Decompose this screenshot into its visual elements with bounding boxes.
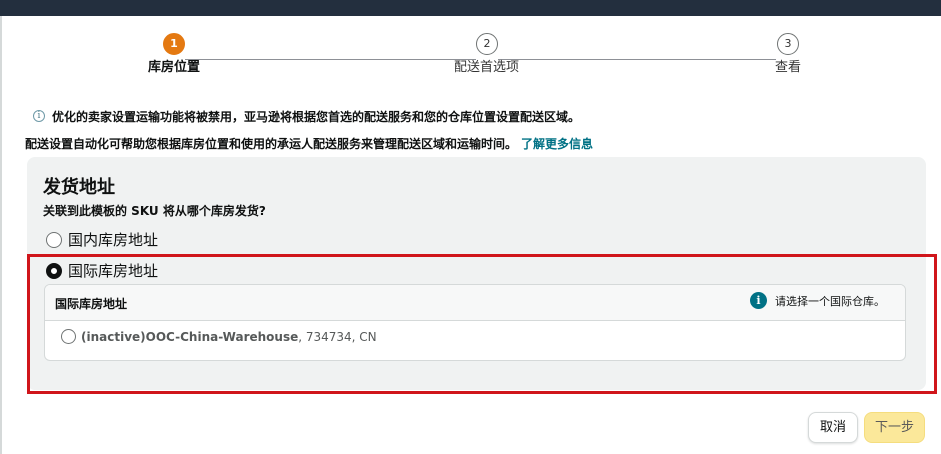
automation-description-text: 配送设置自动化可帮助您根据库房位置和使用的承运人配送服务来管理配送区域和运输时间… [25, 137, 518, 151]
stepper-connector [498, 59, 776, 60]
step-1-label: 库房位置 [148, 60, 201, 75]
step-2-label: 配送首选项 [454, 60, 520, 75]
optimization-notice: 优化的卖家设置运输功能将被禁用，亚马逊将根据您首选的配送服务和您的仓库位置设置配… [52, 110, 581, 124]
highlight-frame [27, 254, 937, 394]
ship-from-question: 关联到此模板的 SKU 将从哪个库房发货? [43, 204, 266, 218]
top-bar [0, 0, 941, 16]
domestic-warehouse-radio[interactable] [46, 231, 62, 248]
stepper-connector [185, 59, 476, 60]
next-button[interactable]: 下一步 [864, 412, 925, 443]
step-3-circle: 3 [777, 33, 799, 55]
automation-description: 配送设置自动化可帮助您根据库房位置和使用的承运人配送服务来管理配送区域和运输时间… [25, 135, 593, 152]
step-1-circle: 1 [163, 33, 185, 55]
info-icon: i [33, 110, 45, 122]
learn-more-link[interactable]: 了解更多信息 [521, 137, 593, 151]
ship-from-title: 发货地址 [43, 177, 115, 198]
step-3-label: 查看 [775, 60, 802, 75]
domestic-warehouse-label: 国内库房地址 [68, 231, 159, 249]
cancel-button[interactable]: 取消 [808, 412, 858, 443]
step-2-circle: 2 [476, 33, 498, 55]
progress-stepper: 1 库房位置 2 配送首选项 3 查看 [0, 16, 941, 96]
domestic-warehouse-option[interactable]: 国内库房地址 [46, 229, 158, 250]
